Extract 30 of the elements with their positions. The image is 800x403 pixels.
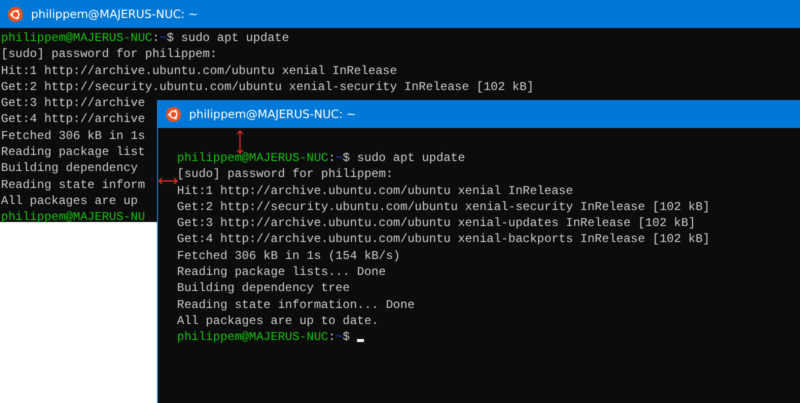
output-line: Reading state inform [1, 176, 146, 193]
output-line: Get:4 http://archive [1, 111, 146, 128]
output-line: Reading state information... Done [177, 296, 415, 313]
output-line: Hit:1 http://archive.ubuntu.com/ubuntu xenial InRelease [1, 62, 398, 79]
output-line: Fetched 306 kB in 1s (154 kB/s) [177, 248, 400, 264]
output-line: Get:3 http://archive [1, 95, 146, 112]
output-line: Get:2 http://security.ubuntu.com/ubuntu xenial-security InRelease [102 kB] [1, 78, 534, 96]
prompt-line: philippem@MAJERUS-NU [1, 209, 146, 226]
output-line: Reading package list [1, 144, 146, 160]
prompt-line: philippem@MAJERUS-NUC:~$ sudo apt update [177, 150, 466, 166]
output-line: Get:3 http://archive.ubuntu.com/ubuntu xenial-updates InRelease [102 kB] [177, 215, 696, 232]
output-line: Fetched 306 kB in 1s [1, 128, 146, 144]
output-line: [sudo] password for philippem: [177, 166, 394, 183]
output-line: Get:4 http://archive.ubuntu.com/ubuntu xenial-backports InRelease [102 kB] [177, 231, 710, 248]
padding-arrow [235, 130, 245, 154]
output-line: Building dependency tree [177, 280, 350, 297]
prompt-line: philippem@MAJERUS-NUC:~$ sudo apt update [1, 30, 290, 46]
output-line: All packages are up [1, 192, 138, 210]
output-line: Hit:1 http://archive.ubuntu.com/ubuntu xenial InRelease [177, 182, 574, 199]
ubuntu-logo-icon [166, 106, 181, 122]
window-title: philippem@MAJERUS-NUC: ~ [31, 7, 198, 21]
ubuntu-logo-icon [8, 6, 23, 22]
output-line: Get:2 http://security.ubuntu.com/ubuntu xenial-security InRelease [102 kB] [177, 198, 710, 216]
output-line: [sudo] password for philippem: [1, 46, 218, 63]
padding-arrow [158, 176, 178, 186]
output-line: Building dependency [1, 160, 138, 177]
prompt-line: philippem@MAJERUS-NUC:~$ [177, 329, 364, 346]
output-line: All packages are up to date. [177, 312, 379, 330]
output-line: Reading package lists... Done [177, 264, 386, 280]
window-title: philippem@MAJERUS-NUC: ~ [189, 107, 356, 121]
